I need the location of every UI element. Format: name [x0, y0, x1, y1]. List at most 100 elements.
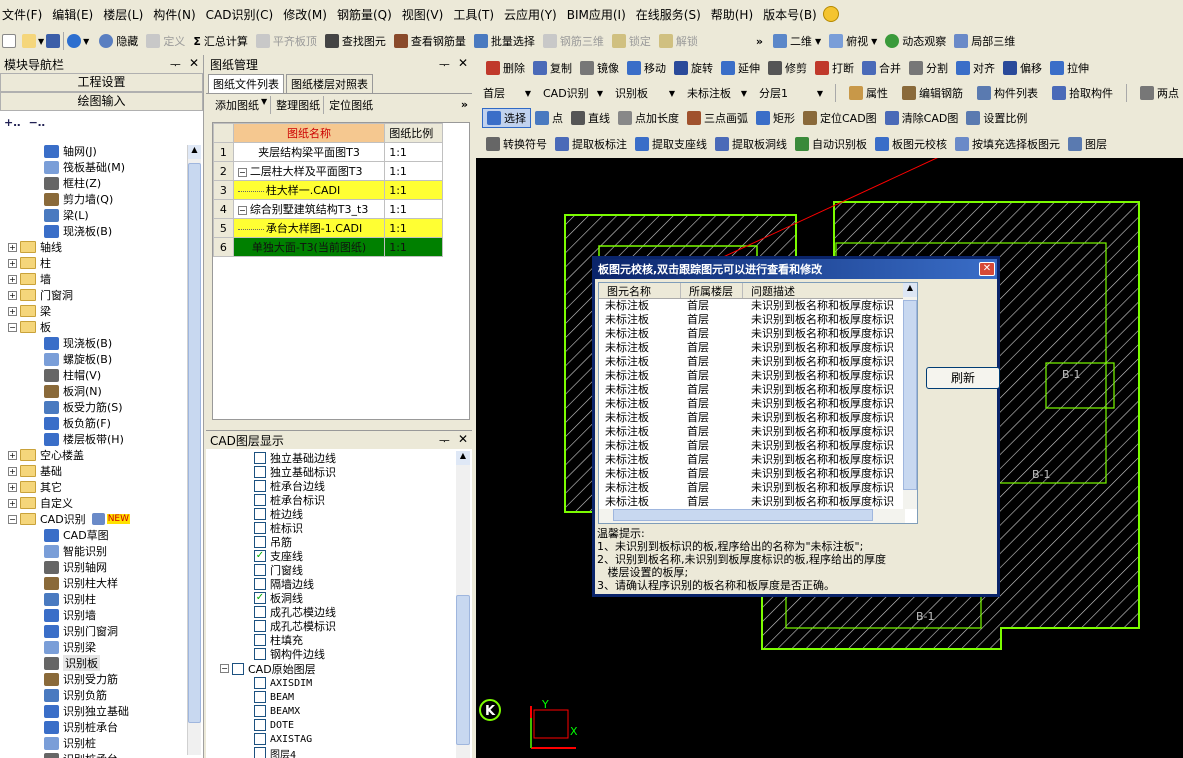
select-button[interactable]: 选择: [482, 108, 531, 128]
local-3d-button[interactable]: 局部三维: [950, 31, 1019, 51]
expand-icon[interactable]: +: [8, 306, 17, 316]
menu-item[interactable]: BIM应用(I): [567, 6, 626, 23]
nav-tree-item[interactable]: 智能识别: [0, 543, 186, 559]
menu-item[interactable]: 修改(M): [283, 6, 327, 23]
expand-icon[interactable]: +: [8, 466, 17, 476]
drawing-name-cell[interactable]: 承台大样图-1.CADI: [232, 218, 386, 238]
set-scale-button[interactable]: 设置比例: [962, 108, 1031, 128]
clear-cad-button[interactable]: 清除CAD图: [881, 108, 963, 128]
layer-checkbox[interactable]: ✓: [254, 550, 266, 562]
extract-board-mark-button[interactable]: 提取板标注: [551, 134, 631, 154]
smiley-icon[interactable]: [822, 6, 839, 22]
pin-icon[interactable]: ᅮ: [170, 56, 181, 73]
nav-tree-item[interactable]: 现浇板(B): [0, 223, 186, 239]
nav-tree-item[interactable]: 轴网(J): [0, 143, 186, 159]
layer-checkbox[interactable]: [254, 705, 266, 717]
locate-cad-button[interactable]: 定位CAD图: [799, 108, 881, 128]
nav-tree-item[interactable]: 识别柱大样: [0, 575, 186, 591]
summary-calc-button[interactable]: Σ 汇总计算: [189, 31, 252, 51]
layer-checkbox[interactable]: [254, 719, 266, 731]
undo-icon[interactable]: [67, 34, 82, 48]
layer-checkbox[interactable]: [254, 494, 266, 506]
tab-floor-mapping[interactable]: 图纸楼层对照表: [286, 73, 373, 93]
layer-checkbox[interactable]: [254, 466, 266, 478]
edit-rebar-button[interactable]: 编辑钢筋: [898, 83, 967, 103]
floor-select[interactable]: 首层 ▼: [480, 84, 534, 102]
layer-checkbox[interactable]: [254, 522, 266, 534]
menu-item[interactable]: 文件(F): [2, 6, 42, 23]
layer-item[interactable]: ✓ 支座线: [206, 549, 454, 563]
extend-button[interactable]: 延伸: [717, 58, 764, 78]
nav-tree-item[interactable]: 识别板: [0, 655, 186, 671]
nav-tree-item[interactable]: + 梁: [0, 303, 186, 319]
layer-item[interactable]: 桩承台边线: [206, 479, 454, 493]
hide-button[interactable]: 隐藏: [95, 31, 142, 51]
drawing-name-cell[interactable]: − 二层柱大样及平面图T3: [232, 161, 386, 181]
menu-item[interactable]: 云应用(Y): [504, 6, 557, 23]
menu-item[interactable]: CAD识别(C): [206, 6, 274, 23]
collapse-icon[interactable]: −: [237, 206, 247, 215]
trim-button[interactable]: 修剪: [764, 58, 811, 78]
nav-tree-item[interactable]: 剪力墙(Q): [0, 191, 186, 207]
board-check-button[interactable]: 板图元校核: [871, 134, 951, 154]
layer-scrollbar[interactable]: ▲: [456, 451, 470, 758]
lock-button[interactable]: 锁定: [608, 31, 655, 51]
nav-tree-item[interactable]: + 墙: [0, 271, 186, 287]
tab-drawing-list[interactable]: 图纸文件列表: [208, 73, 284, 93]
drawing-name-cell[interactable]: 夹层结构梁平面图T3: [232, 142, 386, 162]
menu-item[interactable]: 版本号(B): [763, 6, 817, 23]
arrange-drawing-button[interactable]: 整理图纸: [273, 95, 325, 114]
layer-checkbox[interactable]: [254, 747, 266, 758]
layer-item[interactable]: BEAM: [206, 690, 454, 704]
issue-row[interactable]: 未标注板 首层 未识别到板名称和板厚度标识: [605, 481, 917, 495]
layer-item[interactable]: ✓ 板洞线: [206, 591, 454, 605]
menu-item[interactable]: 楼层(L): [103, 6, 143, 23]
find-element-button[interactable]: 查找图元: [321, 31, 390, 51]
layer-item[interactable]: 图层4: [206, 746, 454, 758]
drawing-name-cell[interactable]: 柱大样一.CADI: [232, 180, 386, 200]
nav-tree-item[interactable]: 螺旋板(B): [0, 351, 186, 367]
issue-row[interactable]: 未标注板 首层 未识别到板名称和板厚度标识: [605, 495, 917, 509]
collapse-icon[interactable]: −: [237, 168, 247, 177]
layer-item[interactable]: 门窗线: [206, 563, 454, 577]
nav-tree-item[interactable]: 识别墙: [0, 607, 186, 623]
issue-row[interactable]: 未标注板 首层 未识别到板名称和板厚度标识: [605, 369, 917, 383]
locate-drawing-button[interactable]: 定位图纸: [326, 96, 376, 114]
properties-button[interactable]: 属性: [845, 83, 892, 103]
layer-checkbox[interactable]: [254, 536, 266, 548]
nav-tree-item[interactable]: − CAD识别 NEW: [0, 511, 186, 527]
drawing-scale-cell[interactable]: 1:1: [384, 237, 443, 257]
issue-row[interactable]: 未标注板 首层 未识别到板名称和板厚度标识: [605, 467, 917, 481]
nav-scroll-thumb[interactable]: [188, 163, 201, 723]
convert-symbol-button[interactable]: 转换符号: [482, 134, 551, 154]
expand-icon[interactable]: +: [8, 258, 17, 268]
layer-checkbox[interactable]: [254, 634, 266, 646]
expand-icon[interactable]: +: [8, 274, 17, 284]
layer-item[interactable]: AXISDIM: [206, 676, 454, 690]
nav-tree-item[interactable]: + 轴线: [0, 239, 186, 255]
nav-tree-item[interactable]: CAD草图: [0, 527, 186, 543]
table-row[interactable]: 4− 综合别墅建筑结构T3_t3 1:1: [213, 199, 443, 219]
nav-tree-item[interactable]: 板受力筋(S): [0, 399, 186, 415]
layer-checkbox[interactable]: [254, 480, 266, 492]
auto-recognize-board-button[interactable]: 自动识别板: [791, 134, 871, 154]
cad-mode-select[interactable]: CAD识别 ▼: [540, 84, 606, 102]
close-icon[interactable]: ✕: [189, 56, 199, 73]
nav-tree-item[interactable]: + 自定义: [0, 495, 186, 511]
nav-tree-item[interactable]: + 门窗洞: [0, 287, 186, 303]
layer-checkbox[interactable]: [254, 606, 266, 618]
menu-item[interactable]: 钢筋量(Q): [337, 6, 392, 23]
three-point-arc-button[interactable]: 三点画弧: [683, 108, 752, 128]
toolbar-overflow-icon[interactable]: »: [756, 35, 763, 48]
offset-button[interactable]: 偏移: [999, 58, 1046, 78]
nav-tree-item[interactable]: 识别轴网: [0, 559, 186, 575]
issue-vscroll[interactable]: ▲: [903, 283, 917, 509]
pick-component-button[interactable]: 拾取构件: [1048, 83, 1117, 103]
pin-icon[interactable]: ᅮ: [439, 56, 450, 73]
layer-group[interactable]: − CAD原始图层: [206, 661, 454, 676]
nav-tree-item[interactable]: 梁(L): [0, 207, 186, 223]
layer-item[interactable]: BEAMX: [206, 704, 454, 718]
rectangle-button[interactable]: 矩形: [752, 108, 799, 128]
extract-support-line-button[interactable]: 提取支座线: [631, 134, 711, 154]
layer-item[interactable]: 独立基础边线: [206, 451, 454, 465]
